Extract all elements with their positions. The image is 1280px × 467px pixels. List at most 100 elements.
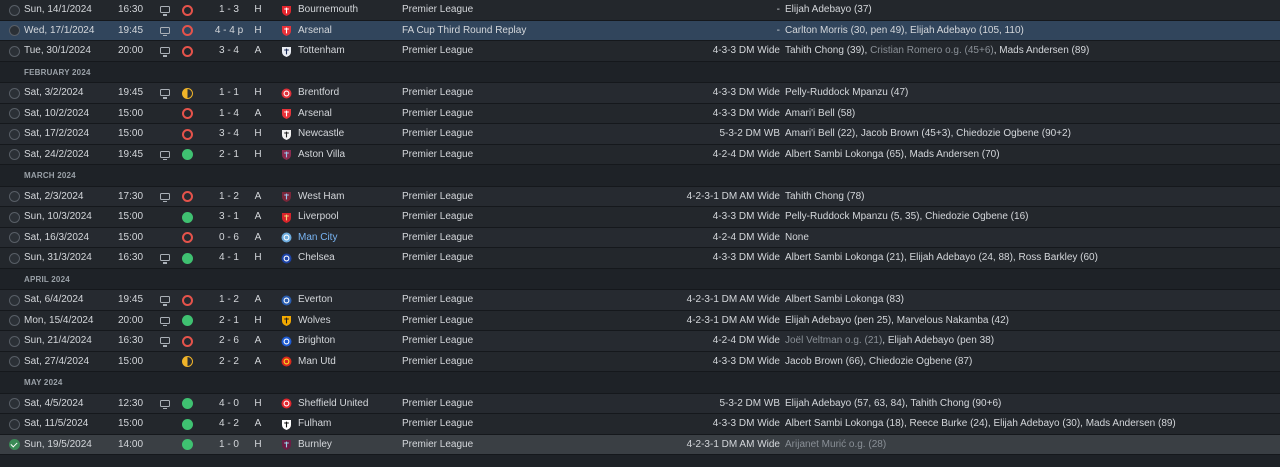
fixture-row[interactable]: Sat, 4/5/2024 12:30 4 - 0 H Sheffield United… — [0, 393, 1280, 414]
opponent-link[interactable]: Arsenal — [298, 21, 332, 41]
opponent-link[interactable]: West Ham — [298, 187, 345, 207]
opponent-link[interactable]: Man Utd — [298, 352, 336, 372]
match-score[interactable]: 1 - 1 — [205, 83, 253, 103]
competition-link[interactable]: Premier League — [402, 394, 473, 414]
match-score[interactable]: 4 - 2 — [205, 414, 253, 434]
match-score[interactable]: 2 - 2 — [205, 352, 253, 372]
competition-link[interactable]: Premier League — [402, 414, 473, 434]
row-select-radio[interactable] — [9, 45, 20, 57]
competition-link[interactable]: Premier League — [402, 331, 473, 351]
fixture-row[interactable]: Sun, 21/4/2024 16:30 2 - 6 A Brighton Premier… — [0, 331, 1280, 352]
fixture-row[interactable]: Sat, 11/5/2024 15:00 4 - 2 A Fulham Premier L… — [0, 414, 1280, 435]
fixture-row[interactable]: Sat, 27/4/2024 15:00 2 - 2 A Man Utd Premier … — [0, 351, 1280, 372]
row-select-radio[interactable] — [9, 294, 20, 306]
match-score[interactable]: 4 - 4 p — [205, 21, 253, 41]
row-select-radio[interactable] — [9, 335, 20, 347]
row-select-radio[interactable] — [9, 232, 20, 243]
fixture-row[interactable]: Sat, 3/2/2024 19:45 1 - 1 H Brentford Premier… — [0, 83, 1280, 104]
opponent-link[interactable]: Brentford — [298, 83, 339, 103]
competition-link[interactable]: Premier League — [402, 124, 473, 144]
opponent-link[interactable]: Burnley — [298, 435, 332, 455]
competition-link[interactable]: Premier League — [402, 0, 473, 20]
tv-icon — [160, 89, 170, 99]
fixture-row[interactable]: Sat, 24/2/2024 19:45 2 - 1 H Aston Villa Prem… — [0, 144, 1280, 165]
match-score[interactable]: 2 - 6 — [205, 331, 253, 351]
opponent-link[interactable]: Liverpool — [298, 207, 339, 227]
opponent-link[interactable]: Tottenham — [298, 41, 345, 61]
competition-link[interactable]: Premier League — [402, 104, 473, 124]
match-time: 15:00 — [118, 107, 144, 119]
opponent-link[interactable]: Sheffield United — [298, 394, 368, 414]
row-select-radio[interactable] — [9, 191, 20, 202]
match-score[interactable]: 0 - 6 — [205, 228, 253, 248]
competition-link[interactable]: FA Cup Third Round Replay — [402, 21, 526, 41]
fixture-row[interactable]: Mon, 15/4/2024 20:00 2 - 1 H Wolves Premier L… — [0, 310, 1280, 331]
match-time: 20:00 — [118, 45, 144, 56]
competition-link[interactable]: Premier League — [402, 228, 473, 248]
competition-link[interactable]: Premier League — [402, 248, 473, 268]
completed-check-icon[interactable] — [9, 439, 20, 450]
loss-result-icon — [182, 191, 193, 202]
fixture-row[interactable]: Sun, 10/3/2024 15:00 3 - 1 A Liverpool Premie… — [0, 207, 1280, 228]
row-select-radio[interactable] — [9, 108, 20, 119]
row-select-radio[interactable] — [9, 149, 20, 160]
match-score[interactable]: 3 - 4 — [205, 41, 253, 61]
match-score[interactable]: 3 - 1 — [205, 207, 253, 227]
opponent-link[interactable]: Brighton — [298, 331, 335, 351]
match-score[interactable]: 1 - 3 — [205, 0, 253, 20]
fixture-row[interactable]: Sun, 14/1/2024 16:30 1 - 3 H Bournemouth Prem… — [0, 0, 1280, 21]
row-select-radio[interactable] — [9, 356, 20, 367]
formation: 4-3-3 DM Wide — [712, 107, 780, 119]
opponent-link[interactable]: Chelsea — [298, 248, 335, 268]
fixture-row[interactable]: Sat, 10/2/2024 15:00 1 - 4 A Arsenal Premier … — [0, 103, 1280, 124]
row-select-radio[interactable] — [9, 211, 20, 223]
tottenham-crest-icon — [281, 46, 292, 57]
competition-link[interactable]: Premier League — [402, 83, 473, 103]
competition-link[interactable]: Premier League — [402, 352, 473, 372]
competition-link[interactable]: Premier League — [402, 187, 473, 207]
competition-link[interactable]: Premier League — [402, 311, 473, 331]
fixture-row[interactable]: Sun, 19/5/2024 14:00 1 - 0 H Burnley Premier … — [0, 434, 1280, 455]
opponent-link[interactable]: Newcastle — [298, 124, 344, 144]
competition-link[interactable]: Premier League — [402, 207, 473, 227]
competition-link[interactable]: Premier League — [402, 41, 473, 61]
match-score[interactable]: 3 - 4 — [205, 124, 253, 144]
opponent-link[interactable]: Arsenal — [298, 104, 332, 124]
fixture-row[interactable]: Tue, 30/1/2024 20:00 3 - 4 A Tottenham Premie… — [0, 41, 1280, 62]
opponent-link[interactable]: Everton — [298, 290, 332, 310]
match-score[interactable]: 4 - 1 — [205, 248, 253, 268]
fixture-row[interactable]: Sat, 6/4/2024 19:45 1 - 2 A Everton Premier L… — [0, 290, 1280, 311]
fixture-row[interactable]: Sat, 17/2/2024 15:00 3 - 4 H Newcastle Premie… — [0, 124, 1280, 145]
row-select-radio[interactable] — [9, 87, 20, 99]
match-score[interactable]: 2 - 1 — [205, 311, 253, 331]
opponent-link[interactable]: Man City — [298, 228, 337, 248]
match-time: 19:45 — [118, 24, 144, 36]
match-score[interactable]: 2 - 1 — [205, 145, 253, 165]
row-select-radio[interactable] — [9, 315, 20, 326]
row-select-radio[interactable] — [9, 128, 20, 140]
opponent-link[interactable]: Fulham — [298, 414, 331, 434]
match-score[interactable]: 4 - 0 — [205, 394, 253, 414]
row-select-radio[interactable] — [9, 4, 20, 16]
opponent-link[interactable]: Wolves — [298, 311, 331, 331]
match-score[interactable]: 1 - 2 — [205, 290, 253, 310]
win-result-icon — [182, 149, 193, 160]
row-select-radio[interactable] — [9, 398, 20, 409]
tv-icon — [160, 26, 170, 36]
fixture-row[interactable]: Sat, 2/3/2024 17:30 1 - 2 A West Ham Premier … — [0, 186, 1280, 207]
row-select-radio[interactable] — [9, 25, 20, 36]
fixture-row[interactable]: Sun, 31/3/2024 16:30 4 - 1 H Chelsea Premier … — [0, 248, 1280, 269]
fulham-crest-icon — [281, 419, 292, 430]
competition-link[interactable]: Premier League — [402, 435, 473, 455]
row-select-radio[interactable] — [9, 418, 20, 430]
opponent-link[interactable]: Aston Villa — [298, 145, 345, 165]
opponent-link[interactable]: Bournemouth — [298, 0, 358, 20]
fixture-row[interactable]: Wed, 17/1/2024 19:45 4 - 4 p H Arsenal FA Cup… — [0, 20, 1280, 41]
competition-link[interactable]: Premier League — [402, 290, 473, 310]
row-select-radio[interactable] — [9, 252, 20, 264]
match-score[interactable]: 1 - 2 — [205, 187, 253, 207]
competition-link[interactable]: Premier League — [402, 145, 473, 165]
match-score[interactable]: 1 - 4 — [205, 104, 253, 124]
fixture-row[interactable]: Sat, 16/3/2024 15:00 0 - 6 A Man City Premier… — [0, 227, 1280, 248]
match-score[interactable]: 1 - 0 — [205, 435, 253, 455]
